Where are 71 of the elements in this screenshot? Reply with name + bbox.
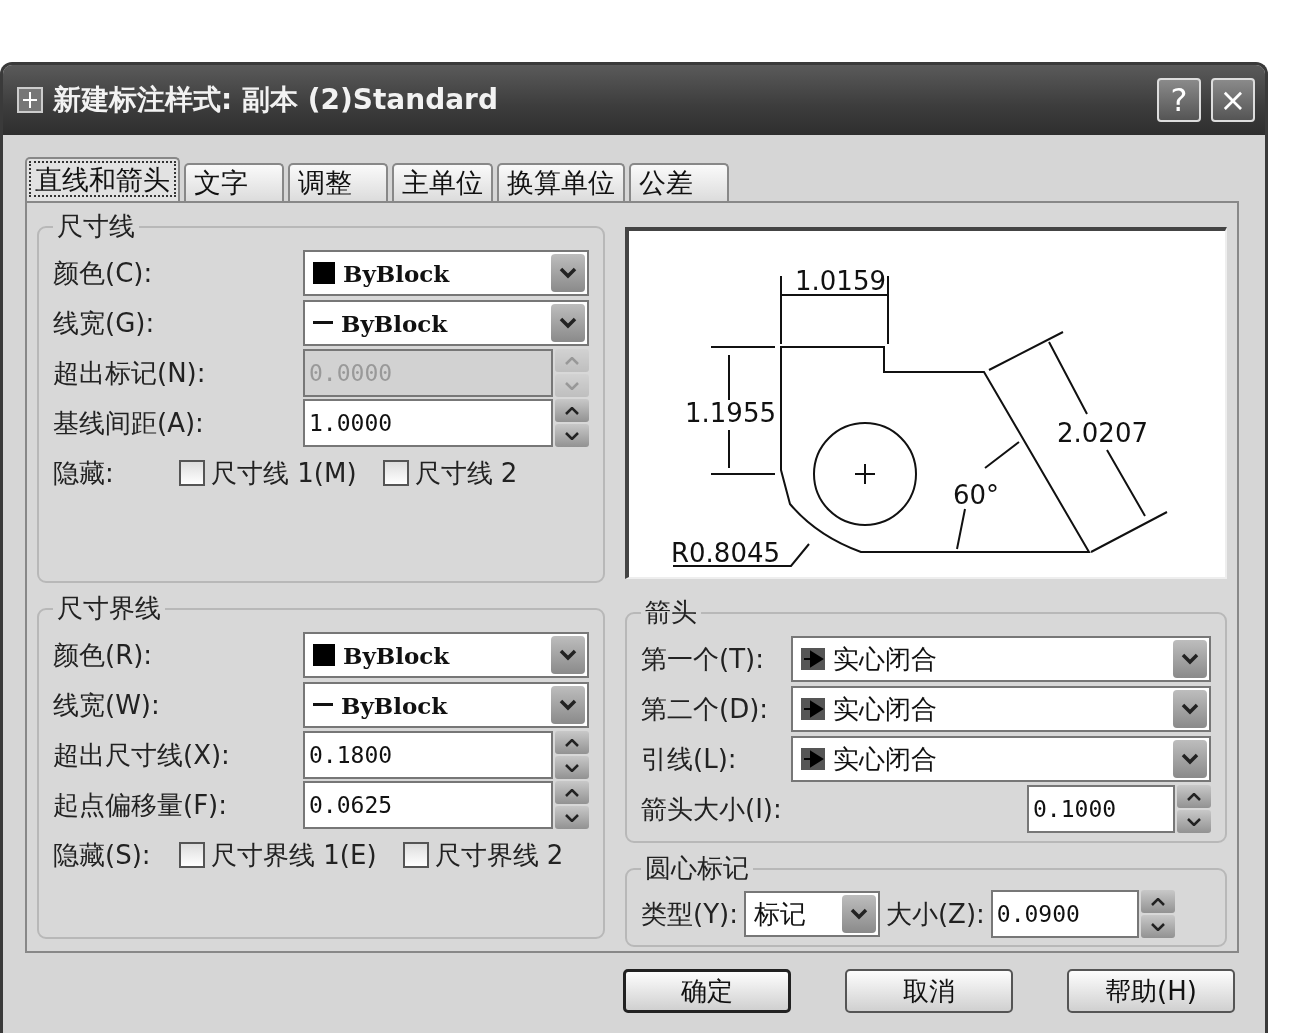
checkbox[interactable] (179, 460, 205, 486)
help-button[interactable]: ? (1157, 78, 1201, 122)
chevron-down-icon (1181, 753, 1199, 765)
field-label: 超出标记(N): (53, 356, 207, 390)
dimension-preview-drawing: 1.0159 1.1955 2.0207 60° R0.8045 (629, 231, 1225, 577)
field-label: 超出尺寸线(X): (53, 738, 231, 772)
checkbox-option[interactable]: 尺寸界线 2 (402, 837, 564, 873)
field-label: 颜色(C): (53, 256, 154, 290)
dialog-button[interactable]: 帮助(H) (1067, 969, 1235, 1013)
chevron-down-icon (1181, 653, 1199, 665)
checkbox-option[interactable]: 尺寸界线 1(E) (179, 837, 377, 873)
dropdown[interactable]: 实心闭合 (791, 736, 1211, 782)
field-label: 引线(L): (641, 742, 738, 776)
field-label: 线宽(W): (53, 688, 161, 722)
dialog-button[interactable]: 取消 (845, 969, 1013, 1013)
tab[interactable]: 调整 (288, 163, 388, 201)
field-label: 第一个(T): (641, 642, 765, 676)
dropdown[interactable]: ByBlock (303, 682, 589, 728)
color-swatch-icon (313, 644, 335, 666)
tab[interactable]: 主单位 (392, 163, 493, 201)
chevron-down-icon (1181, 703, 1199, 715)
dropdown[interactable]: 实心闭合 (791, 686, 1211, 732)
tab[interactable]: 换算单位 (497, 163, 625, 201)
color-swatch-icon (313, 262, 335, 284)
chevron-down-icon (849, 908, 868, 920)
line-weight-icon (313, 321, 333, 325)
field-label: 大小(Z): (885, 897, 985, 931)
number-field[interactable]: 0.1000 (1027, 785, 1175, 833)
field-label: 隐藏: (53, 456, 115, 490)
line-weight-icon (313, 703, 333, 707)
spin-buttons[interactable] (555, 781, 589, 829)
number-field[interactable]: 0.0625 (303, 781, 553, 829)
tab[interactable]: 文字 (184, 163, 284, 201)
field-label: 颜色(R): (53, 638, 154, 672)
dropdown[interactable]: ByBlock (303, 632, 589, 678)
checkbox-option[interactable]: 尺寸线 2 (382, 455, 518, 491)
window-title: 新建标注样式: 副本 (2)Standard (53, 82, 499, 118)
spin-buttons[interactable] (1140, 890, 1175, 938)
chevron-down-icon (559, 267, 577, 279)
dropdown[interactable]: ByBlock (303, 250, 589, 296)
number-field[interactable]: 1.0000 (303, 399, 553, 447)
chevron-down-icon (559, 649, 577, 661)
field-label: 线宽(G): (53, 306, 156, 340)
spin-buttons[interactable] (555, 731, 589, 779)
field-label: 基线间距(A): (53, 406, 205, 440)
arrowhead-icon (801, 698, 825, 720)
checkbox[interactable] (382, 460, 409, 486)
number-field[interactable]: 0.0900 (990, 890, 1139, 938)
spin-buttons[interactable] (555, 399, 589, 447)
number-field[interactable]: 0.1800 (303, 731, 553, 779)
dropdown[interactable]: 标记 (743, 891, 880, 937)
field-label: 箭头大小(I): (641, 792, 783, 826)
field-label: 隐藏(S): (53, 838, 152, 872)
tab[interactable]: 公差 (629, 163, 729, 201)
spin-buttons[interactable] (1177, 785, 1211, 833)
checkbox-option[interactable]: 尺寸线 1(M) (179, 455, 357, 491)
field-label: 类型(Y): (641, 897, 738, 931)
checkbox[interactable] (402, 842, 429, 868)
field-label: 第二个(D): (641, 692, 770, 726)
arrowhead-icon (801, 748, 825, 770)
tab[interactable]: 直线和箭头 (25, 157, 180, 201)
field-label: 起点偏移量(F): (53, 788, 228, 822)
dropdown[interactable]: ByBlock (303, 300, 589, 346)
dialog-button[interactable]: 确定 (623, 969, 791, 1013)
checkbox[interactable] (179, 842, 205, 868)
arrowhead-icon (801, 648, 825, 670)
dropdown[interactable]: 实心闭合 (791, 636, 1211, 682)
close-button[interactable]: × (1211, 78, 1255, 122)
chevron-down-icon (559, 317, 577, 329)
chevron-down-icon (559, 699, 577, 711)
app-icon (17, 87, 43, 113)
